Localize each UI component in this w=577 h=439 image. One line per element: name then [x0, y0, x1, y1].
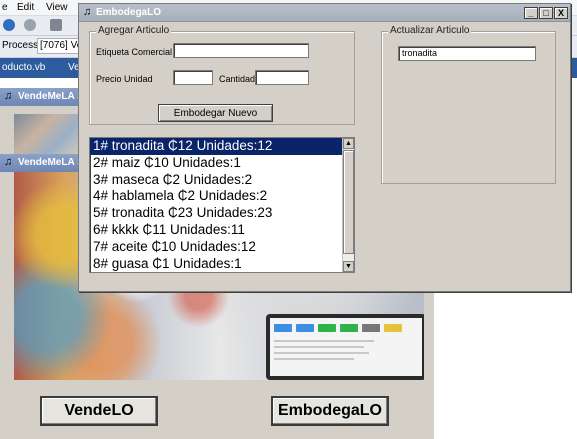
list-item[interactable]: 2# maiz ₵10 Unidades:1	[90, 155, 354, 172]
tab-producto[interactable]: oducto.vb	[2, 62, 45, 73]
etiqueta-label: Etiqueta Comercial	[96, 47, 173, 57]
update-article-group: Actualizar Articulo tronadita	[381, 25, 556, 184]
toolbar-icon[interactable]	[50, 19, 62, 31]
back-icon[interactable]	[3, 19, 15, 31]
process-label: Process:	[2, 40, 41, 51]
window-title-bar: ♫ EmbodegaLO _ □ X	[79, 4, 570, 22]
menu-item-file[interactable]: e	[2, 2, 8, 13]
vendemela-title-text-1: VendeMeLA S	[18, 91, 80, 102]
cantidad-label: Cantidad	[219, 74, 256, 84]
maximize-button[interactable]: □	[539, 7, 553, 19]
list-item[interactable]: 7# aceite ₵10 Unidades:12	[90, 239, 354, 256]
scroll-thumb[interactable]	[343, 150, 354, 254]
process-combo[interactable]: [7076] Ven	[37, 38, 81, 54]
precio-label: Precio Unidad	[96, 74, 153, 84]
list-item-selected[interactable]: 1# tronadita ₵12 Unidades:12	[90, 138, 354, 155]
vendemela-window-title-1: ♫ VendeMeLA S	[0, 88, 80, 106]
forward-icon[interactable]	[24, 19, 36, 31]
store-thumbnail	[14, 114, 78, 154]
vendelo-button[interactable]: VendeLO	[40, 396, 158, 426]
update-article-field[interactable]: tronadita	[398, 46, 536, 61]
close-button[interactable]: X	[554, 7, 568, 19]
list-item[interactable]: 4# hablamela ₵2 Unidades:2	[90, 188, 354, 205]
music-note-icon: ♫	[4, 156, 13, 168]
precio-field[interactable]	[173, 70, 213, 85]
embodegalo-window: ♫ EmbodegaLO _ □ X Agregar Articulo Etiq…	[78, 3, 571, 292]
list-scrollbar[interactable]: ▲ ▼	[342, 138, 354, 272]
embodegalo-button[interactable]: EmbodegaLO	[271, 396, 389, 426]
menu-item-view[interactable]: View	[46, 2, 68, 13]
minimize-button[interactable]: _	[524, 7, 538, 19]
list-item[interactable]: 6# kkkk ₵11 Unidades:11	[90, 222, 354, 239]
list-item[interactable]: 8# guasa ₵1 Unidades:1	[90, 256, 354, 272]
embodegar-nuevo-button[interactable]: Embodegar Nuevo	[158, 104, 273, 122]
vendemela-title-text-2: VendeMeLA S	[18, 157, 80, 168]
add-article-group: Agregar Articulo Etiqueta Comercial Prec…	[89, 25, 355, 125]
etiqueta-field[interactable]	[173, 43, 309, 58]
music-note-icon: ♫	[83, 6, 92, 18]
scroll-up-icon[interactable]: ▲	[343, 138, 354, 149]
articles-listbox[interactable]: 1# tronadita ₵12 Unidades:12 2# maiz ₵10…	[89, 137, 355, 273]
list-item[interactable]: 3# maseca ₵2 Unidades:2	[90, 172, 354, 189]
list-item[interactable]: 5# tronadita ₵23 Unidades:23	[90, 205, 354, 222]
music-note-icon: ♫	[4, 90, 13, 102]
vendemela-window-title-2: ♫ VendeMeLA S	[0, 154, 80, 172]
menu-item-edit[interactable]: Edit	[17, 2, 34, 13]
scroll-down-icon[interactable]: ▼	[343, 261, 354, 272]
window-title: EmbodegaLO	[96, 7, 162, 18]
cantidad-field[interactable]	[255, 70, 309, 85]
pos-screen-image	[266, 314, 424, 380]
update-article-group-title: Actualizar Articulo	[388, 25, 472, 36]
add-article-group-title: Agregar Articulo	[96, 25, 172, 36]
